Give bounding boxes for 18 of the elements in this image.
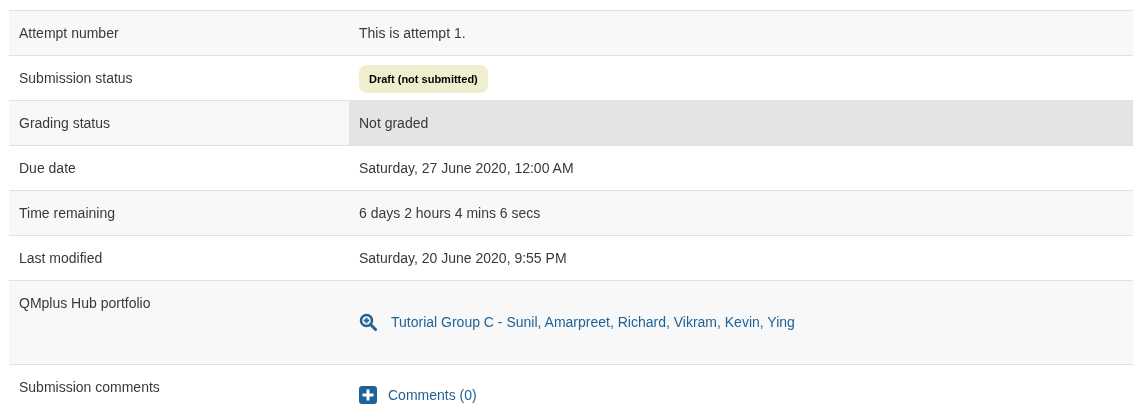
row-label: Attempt number — [19, 25, 119, 41]
value-text: Not graded — [359, 115, 429, 131]
row-label: Grading status — [19, 115, 111, 131]
comments-link[interactable]: Comments (0) — [359, 385, 1123, 405]
value-text: 6 days 2 hours 4 mins 6 secs — [359, 205, 541, 221]
row-label: Submission status — [19, 70, 133, 86]
value-text: This is attempt 1. — [359, 25, 466, 41]
value-text: Saturday, 27 June 2020, 12:00 AM — [359, 160, 574, 176]
status-badge: Draft (not submitted) — [359, 65, 488, 93]
portfolio-link[interactable]: Tutorial Group C - Sunil, Amarpreet, Richard, Vikram, Kevin, Ying — [359, 312, 1123, 332]
row-label: Due date — [19, 160, 76, 176]
row-label: Last modified — [19, 250, 103, 266]
zoom-in-icon — [359, 313, 377, 331]
value-text: Saturday, 20 June 2020, 9:55 PM — [359, 250, 567, 266]
row-label: Time remaining — [19, 205, 115, 221]
plus-icon — [359, 386, 377, 404]
row-label: Submission comments — [19, 379, 160, 395]
row-label: QMplus Hub portfolio — [19, 295, 151, 311]
